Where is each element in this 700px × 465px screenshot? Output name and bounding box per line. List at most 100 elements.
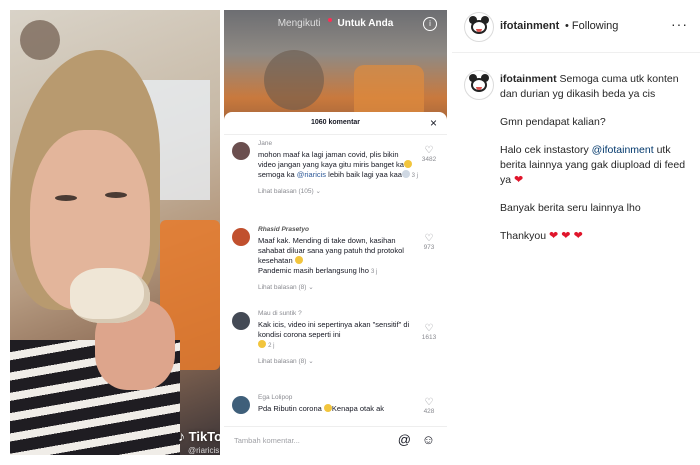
comment-text-part: mohon maaf ka lagi jaman covid, plis bik… (258, 150, 404, 169)
comment-time: 3 j (371, 269, 378, 275)
like-button[interactable]: ♡ 3482 (418, 145, 440, 164)
view-replies-link[interactable]: Lihat balasan (8) ⌄ (258, 357, 418, 365)
replies-label: Lihat balasan (105) (258, 188, 314, 195)
like-button[interactable]: ♡ 1613 (418, 323, 440, 342)
mention-link[interactable]: @ifotainment (592, 144, 654, 156)
comment-text: Pda Ributin corona Kenapa otak ak (258, 404, 418, 414)
comment-time: 3 j (409, 173, 418, 179)
chevron-down-icon: ⌄ (308, 284, 314, 291)
sad-emoji-icon (258, 340, 266, 348)
comment-body: Rhasid Prasetyo Maaf kak. Mending di tak… (258, 226, 418, 291)
heart-outline-icon: ♡ (424, 233, 434, 244)
tiktok-logo-icon: ♪ (178, 428, 185, 444)
comment-item: Jane mohon maaf ka lagi jaman covid, pli… (232, 140, 444, 220)
red-hearts-icon: ❤ ❤ ❤ (549, 230, 583, 242)
comment-item: Ega Lolipop Pda Ributin corona Kenapa ot… (232, 394, 444, 424)
red-heart-icon: ❤ (514, 174, 524, 186)
commenter-avatar[interactable] (232, 312, 250, 330)
tiktok-top-tabs: Mengikuti Untuk Anda (224, 18, 447, 29)
caption-text: Halo cek instastory (500, 144, 592, 156)
comment-text: Kak icis, video ini sepertinya akan "sen… (258, 320, 418, 351)
comment-text-part: Kak icis, video ini sepertinya akan "sen… (258, 320, 410, 339)
post-header: ifotainment • Following ··· (452, 0, 700, 53)
close-icon[interactable]: × (430, 112, 437, 134)
comments-count: 1060 komentar (310, 119, 361, 126)
replies-label: Lihat balasan (8) (258, 358, 307, 365)
eye-left (55, 195, 77, 201)
caption-paragraph: Thankyou ❤ ❤ ❤ (500, 229, 688, 244)
screenshot-frame: ♪ TikTok @riaricis Mengikuti Untuk Anda i… (0, 0, 700, 465)
eye-right (105, 192, 127, 198)
caption-more-news: Banyak berita seru lainnya lho (500, 202, 641, 214)
mention-at-icon[interactable]: @ (398, 432, 411, 447)
caption-paragraph: Halo cek instastory @ifotainment utk ber… (500, 143, 688, 188)
tiktok-watermark: ♪ TikTok (178, 428, 220, 444)
comments-header: 1060 komentar × (224, 112, 447, 135)
pray-emoji-icon (401, 170, 410, 178)
comment-text-part: semoga ka (258, 170, 297, 179)
caption-avatar[interactable] (464, 70, 494, 100)
caption-question: Gmn pendapat kalian? (500, 116, 606, 128)
chevron-down-icon: ⌄ (308, 358, 314, 365)
caption-username[interactable]: ifotainment (500, 73, 557, 85)
like-count: 428 (423, 408, 435, 415)
like-count: 973 (423, 244, 435, 251)
commenter-name[interactable]: Rhasid Prasetyo (258, 226, 418, 233)
commenter-name[interactable]: Mau di suntik ? (258, 310, 418, 317)
comment-text-part: Kenapa otak ak (331, 404, 385, 413)
comment-body: Jane mohon maaf ka lagi jaman covid, pli… (258, 140, 418, 195)
heart-outline-icon: ♡ (424, 145, 434, 156)
like-count: 1613 (421, 334, 437, 341)
heart-outline-icon: ♡ (424, 397, 434, 408)
tiktok-handle: @riaricis (188, 446, 220, 455)
replies-label: Lihat balasan (8) (258, 284, 307, 291)
info-icon[interactable]: i (423, 17, 437, 31)
comment-text: mohon maaf ka lagi jaman covid, plis bik… (258, 150, 418, 181)
post-caption: ifotainment Semoga cuma utk konten dan d… (500, 72, 688, 257)
notification-dot (327, 18, 332, 22)
comments-sheet: 1060 komentar × Jane mohon maaf ka lagi … (224, 112, 447, 455)
like-button[interactable]: ♡ 428 (418, 397, 440, 416)
more-options-icon[interactable]: ··· (671, 16, 688, 32)
heart-outline-icon: ♡ (424, 323, 434, 334)
video-blob-person (264, 50, 324, 110)
comment-body: Mau di suntik ? Kak icis, video ini sepe… (258, 310, 418, 365)
avatar[interactable] (464, 12, 494, 42)
comment-time: 2 j (268, 343, 275, 349)
comment-text-part: Pandemic masih berlangsung lho (258, 266, 369, 275)
comment-text-part: Pda Ributin corona (258, 404, 322, 413)
like-count: 3482 (421, 156, 437, 163)
durian-food (70, 268, 150, 323)
woman-eating-photo: ♪ TikTok @riaricis (10, 10, 220, 455)
following-status[interactable]: • Following (565, 20, 618, 32)
view-replies-link[interactable]: Lihat balasan (8) ⌄ (258, 283, 418, 291)
caption-text: Thankyou (500, 230, 550, 242)
comment-text: Maaf kak. Mending di take down, kasihan … (258, 236, 418, 277)
sad-emoji-icon (294, 256, 303, 264)
caption-paragraph: ifotainment Semoga cuma utk konten dan d… (500, 72, 688, 102)
instagram-post-panel: ifotainment • Following ··· ifotainment … (452, 0, 700, 465)
tiktok-watermark-text: TikTok (188, 429, 220, 444)
view-replies-link[interactable]: Lihat balasan (105) ⌄ (258, 187, 418, 195)
background-person (20, 20, 60, 60)
tab-following[interactable]: Mengikuti (278, 18, 321, 29)
tiktok-screen: Mengikuti Untuk Anda i 1060 komentar × Ja… (224, 10, 447, 455)
commenter-avatar[interactable] (232, 142, 250, 160)
commenter-avatar[interactable] (232, 396, 250, 414)
mention-link[interactable]: @riaricis (297, 170, 326, 179)
sad-emoji-icon (323, 404, 332, 412)
tab-for-you[interactable]: Untuk Anda (338, 18, 394, 29)
comment-input[interactable]: Tambah komentar... (234, 436, 300, 445)
like-button[interactable]: ♡ 973 (418, 233, 440, 252)
comment-text-part: Maaf kak. Mending di take down, kasihan … (258, 236, 404, 265)
comment-text-part: lebih baik lagi yaa kaa (326, 170, 402, 179)
commenter-name[interactable]: Ega Lolipop (258, 394, 418, 401)
chevron-down-icon: ⌄ (315, 188, 321, 195)
username-link[interactable]: ifotainment (500, 20, 559, 32)
comment-input-bar[interactable]: Tambah komentar... @ ☺ (224, 426, 447, 455)
commenter-name[interactable]: Jane (258, 140, 418, 147)
emoji-icon[interactable]: ☺ (422, 432, 435, 447)
comment-item: Rhasid Prasetyo Maaf kak. Mending di tak… (232, 226, 444, 306)
commenter-avatar[interactable] (232, 228, 250, 246)
comment-item: Mau di suntik ? Kak icis, video ini sepe… (232, 310, 444, 380)
